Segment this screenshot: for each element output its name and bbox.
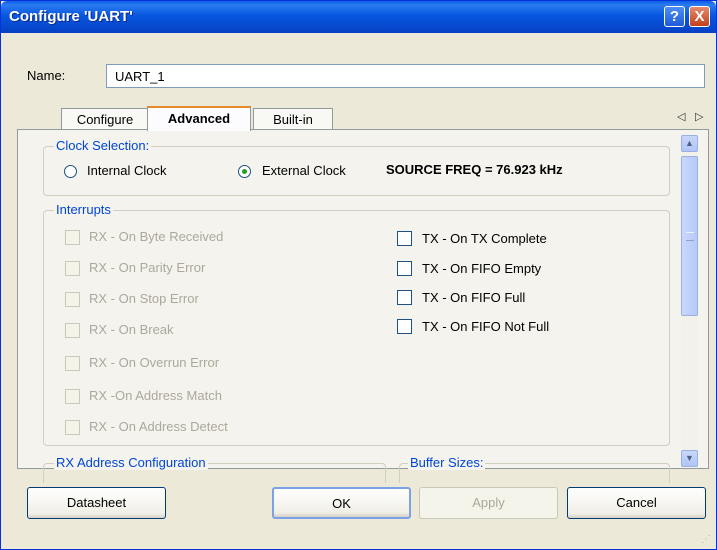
external-clock-radio[interactable] (238, 165, 251, 178)
help-button[interactable]: ? (664, 6, 685, 27)
title-bar[interactable]: Configure 'UART' ? X (1, 1, 716, 33)
rx-break-label: RX - On Break (89, 322, 174, 337)
rx-parity-error-label: RX - On Parity Error (89, 260, 206, 275)
scrollbar-thumb[interactable] (681, 156, 698, 316)
rx-byte-received-label: RX - On Byte Received (89, 229, 224, 244)
tx-complete-label[interactable]: TX - On TX Complete (422, 231, 547, 246)
rx-stop-error-checkbox[interactable] (65, 292, 80, 307)
tx-fifo-full-checkbox[interactable] (397, 290, 412, 305)
radio-selected-dot (242, 169, 247, 174)
rx-overrun-error-label: RX - On Overrun Error (89, 355, 220, 370)
configure-dialog: Configure 'UART' ? X Name: Configure Adv… (0, 0, 717, 550)
tab-configure[interactable]: Configure (61, 108, 149, 130)
rx-address-match-checkbox[interactable] (65, 389, 80, 404)
name-label: Name: (27, 68, 66, 83)
window-title: Configure 'UART' (9, 8, 133, 25)
rx-address-detect-label: RX - On Address Detect (89, 419, 228, 434)
rx-address-config-title: RX Address Configuration (54, 455, 208, 470)
close-button[interactable]: X (689, 6, 710, 27)
ok-button[interactable]: OK (272, 487, 411, 519)
rx-stop-error-label: RX - On Stop Error (89, 291, 199, 306)
source-freq-value: SOURCE FREQ = 76.923 kHz (386, 162, 563, 177)
tab-advanced[interactable]: Advanced (147, 106, 251, 131)
internal-clock-radio[interactable] (64, 165, 77, 178)
tab-scroll-left-icon[interactable]: ◁ (677, 110, 685, 123)
tx-complete-checkbox[interactable] (397, 231, 412, 246)
tab-scroll-right-icon[interactable]: ▷ (695, 110, 703, 123)
tx-fifo-not-full-checkbox[interactable] (397, 319, 412, 334)
scroll-up-arrow-icon[interactable]: ▲ (681, 135, 698, 152)
tx-fifo-full-label[interactable]: TX - On FIFO Full (422, 290, 525, 305)
rx-overrun-error-checkbox[interactable] (65, 356, 80, 371)
resize-grip-icon[interactable]: ⋰ (701, 534, 713, 546)
rx-break-checkbox[interactable] (65, 323, 80, 338)
external-clock-label[interactable]: External Clock (262, 163, 346, 178)
scroll-down-arrow-icon[interactable]: ▼ (681, 450, 698, 467)
rx-address-match-label: RX -On Address Match (89, 388, 222, 403)
clock-selection-title: Clock Selection: (54, 138, 152, 153)
tx-fifo-empty-label[interactable]: TX - On FIFO Empty (422, 261, 541, 276)
apply-button[interactable]: Apply (419, 487, 558, 519)
name-input[interactable] (106, 64, 705, 88)
tx-fifo-empty-checkbox[interactable] (397, 261, 412, 276)
interrupts-title: Interrupts (54, 202, 113, 217)
tab-strip: Configure Advanced Built-in ◁ ▷ (15, 106, 709, 131)
tab-built-in[interactable]: Built-in (253, 108, 333, 130)
rx-address-detect-checkbox[interactable] (65, 420, 80, 435)
buffer-sizes-title: Buffer Sizes: (408, 455, 486, 470)
rx-parity-error-checkbox[interactable] (65, 261, 80, 276)
internal-clock-label[interactable]: Internal Clock (87, 163, 166, 178)
tx-fifo-not-full-label[interactable]: TX - On FIFO Not Full (422, 319, 549, 334)
rx-byte-received-checkbox[interactable] (65, 230, 80, 245)
vertical-scrollbar[interactable]: ▲ ▼ (681, 135, 698, 467)
cancel-button[interactable]: Cancel (567, 487, 706, 519)
datasheet-button[interactable]: Datasheet (27, 487, 166, 519)
scrollbar-grip-icon (686, 232, 694, 241)
